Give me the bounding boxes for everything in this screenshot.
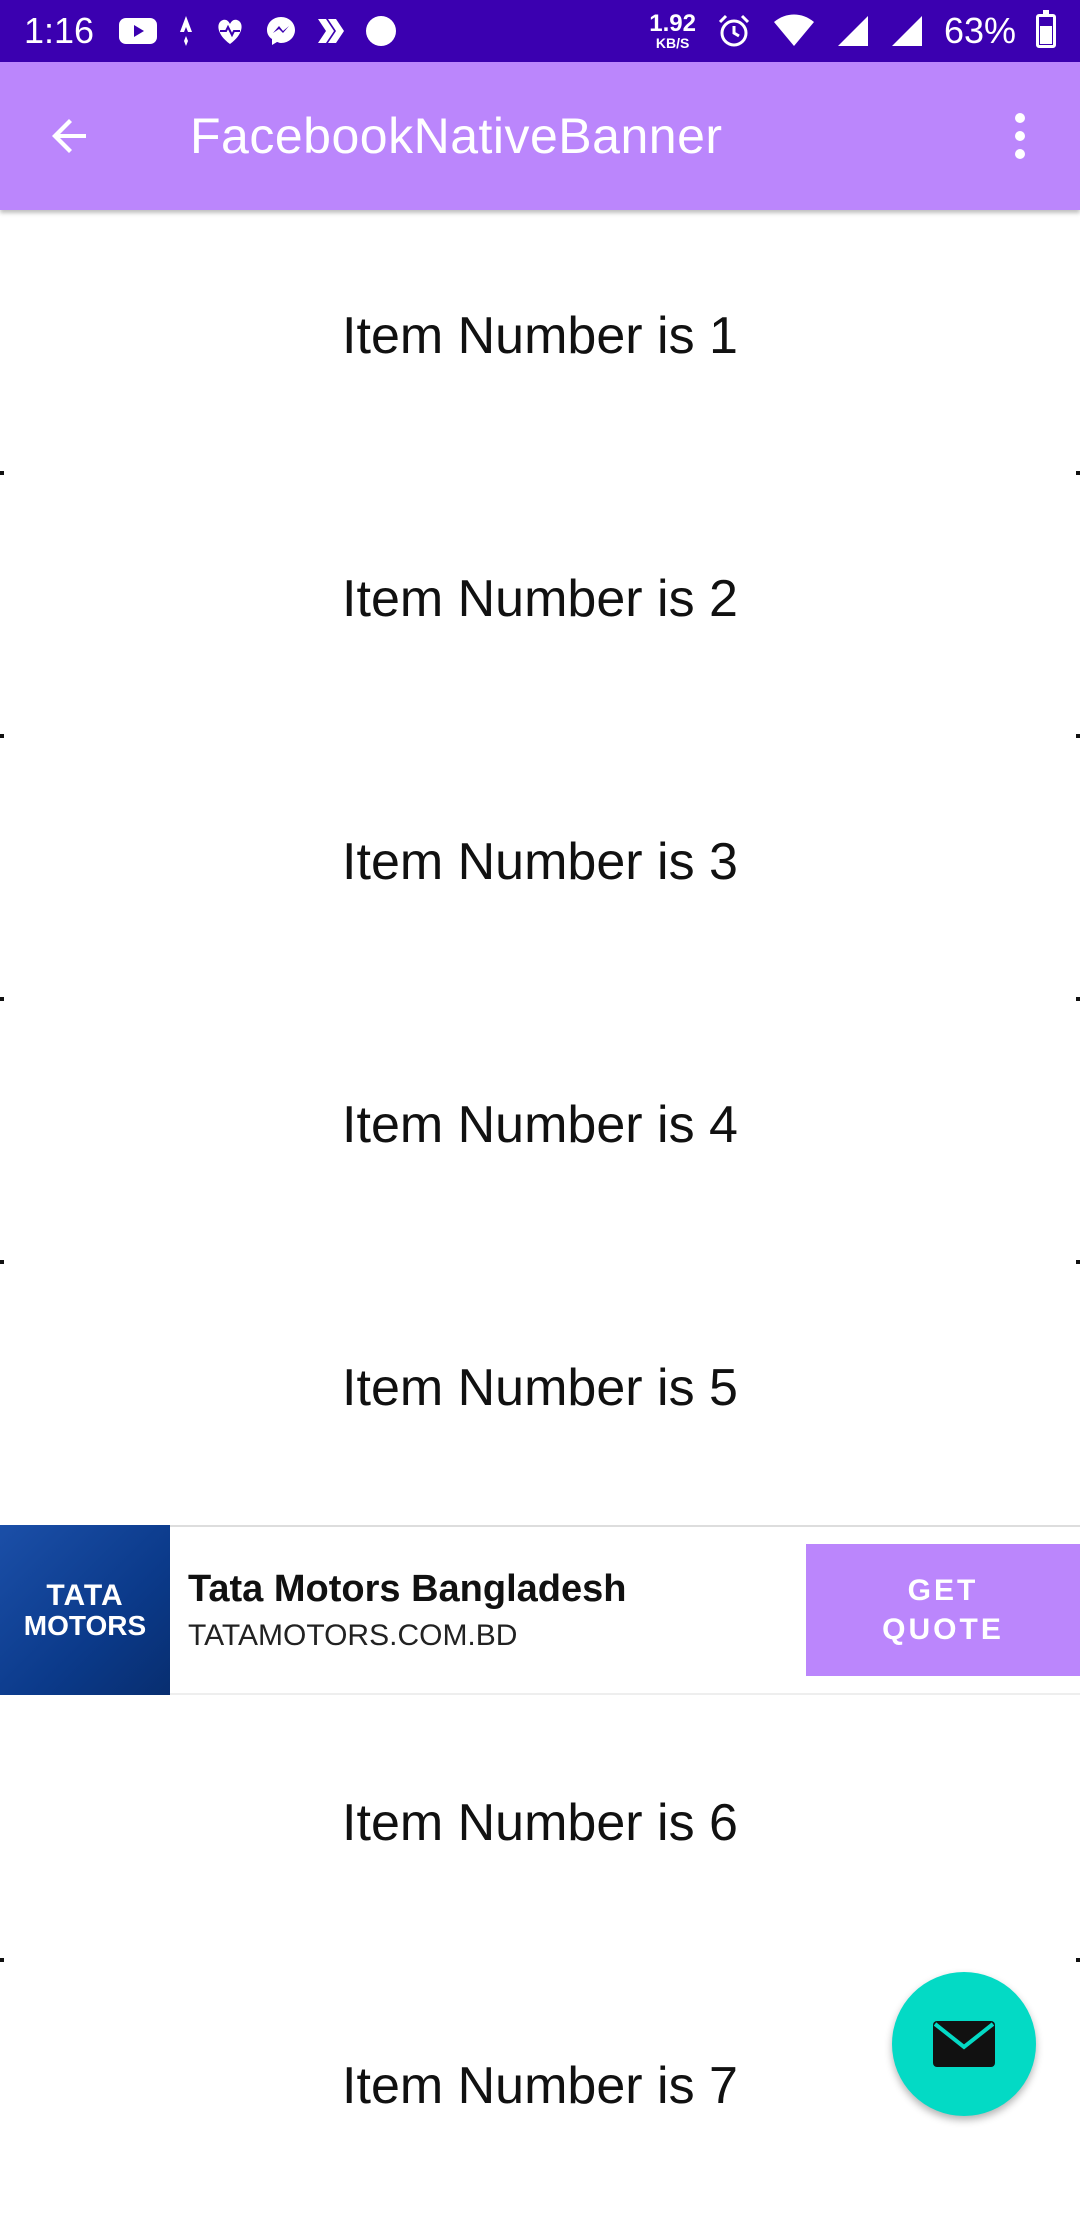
battery-fill [1040, 26, 1052, 44]
signal-icon [837, 16, 868, 46]
list-item-label: Item Number is 2 [342, 570, 738, 628]
ad-logo-line2: MOTORS [23, 1610, 147, 1642]
battery-icon [1036, 10, 1056, 48]
status-bar: 1:16 1.92 KB/S 63% [0, 0, 1080, 62]
more-options-button[interactable] [990, 96, 1050, 176]
ad-title: Tata Motors Bangladesh [188, 1567, 627, 1610]
mail-icon [933, 2021, 995, 2067]
app-title: FacebookNativeBanner [190, 108, 723, 164]
get-quote-button[interactable]: GET QUOTE [806, 1544, 1080, 1676]
native-banner-ad[interactable]: TATA MOTORS Tata Motors Bangladesh TATAM… [0, 1525, 1080, 1695]
list-item[interactable]: Item Number is 6 [0, 1697, 1080, 1962]
list-item[interactable]: Item Number is 1 [0, 210, 1080, 475]
list-item-label: Item Number is 7 [342, 2057, 738, 2115]
status-time: 1:16 [24, 10, 95, 51]
notification-icons [118, 14, 398, 48]
list-item-label: Item Number is 5 [342, 1359, 738, 1417]
list-item[interactable]: Item Number is 3 [0, 736, 1080, 1001]
wifi-icon [773, 14, 814, 46]
youtube-icon [119, 18, 158, 44]
net-speed-value: 1.92 [649, 10, 696, 37]
item-list-top: Item Number is 1 Item Number is 2 Item N… [0, 210, 1080, 1525]
back-button[interactable] [30, 96, 110, 176]
item-list-bottom: Item Number is 6 Item Number is 7 [0, 1697, 1080, 2223]
chevrons-icon [318, 19, 345, 43]
more-vert-icon [1015, 113, 1025, 123]
ad-logo[interactable]: TATA MOTORS [0, 1525, 170, 1695]
list-item[interactable]: Item Number is 5 [0, 1262, 1080, 1525]
alarm-icon [718, 14, 749, 47]
battery-percent: 63% [943, 10, 1016, 51]
strava-icon [180, 16, 193, 46]
list-item[interactable]: Item Number is 2 [0, 473, 1080, 738]
list-item-label: Item Number is 4 [342, 1096, 738, 1154]
ad-text[interactable]: Tata Motors Bangladesh TATAMOTORS.COM.BD [188, 1568, 626, 1653]
cta-line2: QUOTE [882, 1613, 1004, 1646]
cta-line1: GET [907, 1574, 979, 1607]
app-bar: FacebookNativeBanner [0, 62, 1080, 210]
net-speed: 1.92 KB/S [649, 10, 696, 51]
status-right: 1.92 KB/S 63% [649, 10, 1056, 52]
ad-logo-line1: TATA [46, 1578, 124, 1612]
list-item-label: Item Number is 1 [342, 307, 738, 365]
list-item[interactable]: Item Number is 4 [0, 999, 1080, 1264]
ad-url: TATAMOTORS.COM.BD [188, 1618, 518, 1652]
status-left: 1:16 [24, 10, 398, 52]
mail-fab-button[interactable] [892, 1972, 1036, 2116]
list-item-label: Item Number is 3 [342, 833, 738, 891]
messenger-icon [267, 17, 296, 45]
circle-icon [366, 16, 397, 46]
net-speed-unit: KB/S [655, 35, 690, 51]
signal-icon [891, 16, 922, 46]
arrow-back-icon [52, 119, 86, 153]
list-item-label: Item Number is 6 [342, 1794, 738, 1852]
health-icon [218, 19, 242, 44]
